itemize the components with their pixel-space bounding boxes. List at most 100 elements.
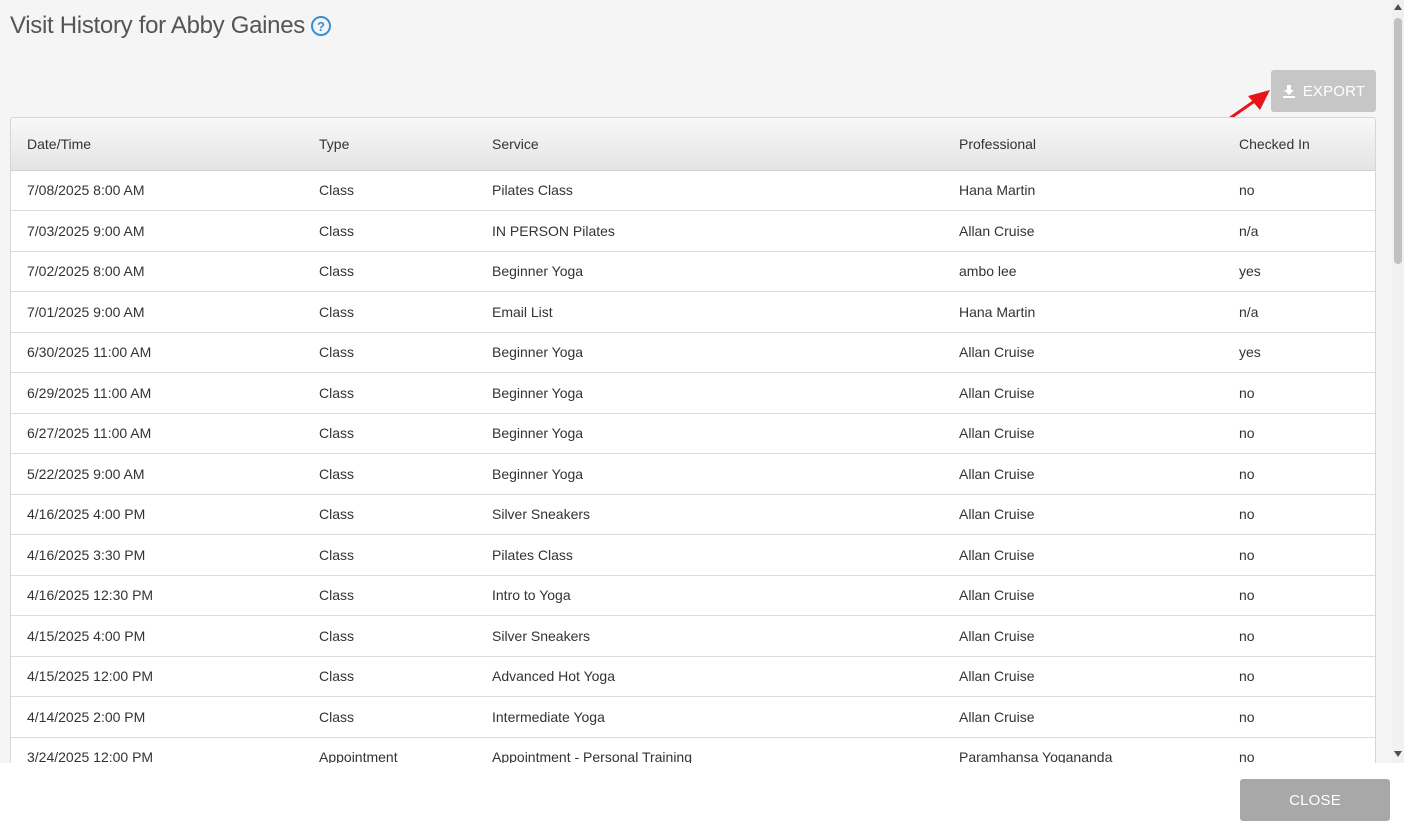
- checked-in-cell: no: [1223, 494, 1375, 535]
- type-cell: Class: [303, 170, 476, 211]
- date-time-cell: 4/14/2025 2:00 PM: [11, 696, 303, 738]
- checked-in-cell: yes: [1223, 332, 1375, 373]
- professional-cell: Allan Cruise: [943, 332, 1223, 373]
- table-row: 4/15/2025 4:00 PM Class Silver Sneakers All…: [11, 615, 1375, 657]
- professional-cell: Allan Cruise: [943, 453, 1223, 495]
- column-header-type[interactable]: Type: [303, 118, 476, 171]
- service-cell: Intermediate Yoga: [476, 696, 943, 738]
- service-cell: Email List: [476, 291, 943, 333]
- date-time-cell: 6/29/2025 11:00 AM: [11, 372, 303, 414]
- type-cell: Class: [303, 575, 476, 616]
- service-cell: Silver Sneakers: [476, 615, 943, 657]
- date-time-cell: 5/22/2025 9:00 AM: [11, 453, 303, 495]
- type-cell: Class: [303, 251, 476, 292]
- table-row: 7/01/2025 9:00 AM Class Email List Hana Mar…: [11, 291, 1375, 333]
- type-cell: Class: [303, 534, 476, 576]
- date-time-cell: 6/27/2025 11:00 AM: [11, 413, 303, 454]
- table-row: 4/16/2025 3:30 PM Class Pilates Class Allan…: [11, 534, 1375, 576]
- professional-cell: Allan Cruise: [943, 615, 1223, 657]
- table-row: 4/14/2025 2:00 PM Class Intermediate Yoga A…: [11, 696, 1375, 738]
- type-cell: Class: [303, 332, 476, 373]
- checked-in-cell: n/a: [1223, 210, 1375, 252]
- professional-cell: Allan Cruise: [943, 372, 1223, 414]
- service-cell: Beginner Yoga: [476, 413, 943, 454]
- service-cell: Pilates Class: [476, 170, 943, 211]
- visit-history-dialog: Visit History for Abby Gaines ? EXPORT D…: [0, 0, 1392, 763]
- table-header-row: Date/Time Type Service Professional Chec…: [11, 118, 1375, 171]
- professional-cell: Allan Cruise: [943, 494, 1223, 535]
- table-row: 7/08/2025 8:00 AM Class Pilates Class Hana …: [11, 170, 1375, 211]
- question-circle-icon[interactable]: ?: [310, 16, 331, 36]
- service-cell: Intro to Yoga: [476, 575, 943, 616]
- checked-in-cell: no: [1223, 372, 1375, 414]
- service-cell: Silver Sneakers: [476, 494, 943, 535]
- service-cell: Pilates Class: [476, 534, 943, 576]
- type-cell: Class: [303, 494, 476, 535]
- type-cell: Class: [303, 696, 476, 738]
- type-cell: Class: [303, 615, 476, 657]
- checked-in-cell: no: [1223, 453, 1375, 495]
- type-cell: Class: [303, 656, 476, 697]
- date-time-cell: 4/16/2025 12:30 PM: [11, 575, 303, 616]
- scroll-up-arrow-icon[interactable]: [1394, 4, 1402, 10]
- dialog-footer: CLOSE: [0, 763, 1404, 833]
- table-row: 4/15/2025 12:00 PM Class Advanced Hot Yoga…: [11, 656, 1375, 697]
- date-time-cell: 4/15/2025 4:00 PM: [11, 615, 303, 657]
- page-title: Visit History for Abby Gaines: [10, 12, 305, 39]
- title-row: Visit History for Abby Gaines ?: [10, 10, 331, 42]
- professional-cell: Allan Cruise: [943, 656, 1223, 697]
- type-cell: Class: [303, 291, 476, 333]
- professional-cell: Allan Cruise: [943, 413, 1223, 454]
- table-row: 4/16/2025 4:00 PM Class Silver Sneakers All…: [11, 494, 1375, 535]
- professional-cell: Paramhansa Yogananda: [943, 737, 1223, 763]
- service-cell: Beginner Yoga: [476, 372, 943, 414]
- table-row: 3/24/2025 12:00 PM Appointment Appointment…: [11, 737, 1375, 763]
- visit-history-table-container: Date/Time Type Service Professional Chec…: [10, 117, 1376, 763]
- column-header-date-time[interactable]: Date/Time: [11, 118, 303, 171]
- table-row: 6/30/2025 11:00 AM Class Beginner Yoga Alla…: [11, 332, 1375, 373]
- scroll-down-arrow-icon[interactable]: [1394, 751, 1402, 757]
- professional-cell: Allan Cruise: [943, 696, 1223, 738]
- table-row: 4/16/2025 12:30 PM Class Intro to Yoga Alla…: [11, 575, 1375, 616]
- checked-in-cell: no: [1223, 575, 1375, 616]
- service-cell: Appointment - Personal Training: [476, 737, 943, 763]
- date-time-cell: 7/01/2025 9:00 AM: [11, 291, 303, 333]
- professional-cell: Allan Cruise: [943, 210, 1223, 252]
- type-cell: Class: [303, 210, 476, 252]
- date-time-cell: 7/02/2025 8:00 AM: [11, 251, 303, 292]
- date-time-cell: 3/24/2025 12:00 PM: [11, 737, 303, 763]
- column-header-service[interactable]: Service: [476, 118, 943, 171]
- scroll-thumb[interactable]: [1394, 18, 1402, 264]
- visit-history-table: Date/Time Type Service Professional Chec…: [11, 118, 1375, 763]
- service-cell: Beginner Yoga: [476, 332, 943, 373]
- checked-in-cell: no: [1223, 534, 1375, 576]
- table-row: 7/03/2025 9:00 AM Class IN PERSON Pilates A…: [11, 210, 1375, 252]
- checked-in-cell: no: [1223, 696, 1375, 738]
- professional-cell: Hana Martin: [943, 170, 1223, 211]
- checked-in-cell: yes: [1223, 251, 1375, 292]
- table-row: 6/29/2025 11:00 AM Class Beginner Yoga Alla…: [11, 372, 1375, 414]
- export-label: EXPORT: [1302, 82, 1366, 100]
- table-row: 5/22/2025 9:00 AM Class Beginner Yoga Allan…: [11, 453, 1375, 495]
- column-header-checked-in[interactable]: Checked In: [1223, 118, 1375, 171]
- professional-cell: Hana Martin: [943, 291, 1223, 333]
- download-icon: [1282, 85, 1295, 98]
- type-cell: Class: [303, 413, 476, 454]
- checked-in-cell: n/a: [1223, 291, 1375, 333]
- type-cell: Appointment: [303, 737, 476, 763]
- date-time-cell: 7/08/2025 8:00 AM: [11, 170, 303, 211]
- export-button[interactable]: EXPORT: [1271, 70, 1376, 112]
- checked-in-cell: no: [1223, 615, 1375, 657]
- date-time-cell: 4/16/2025 3:30 PM: [11, 534, 303, 576]
- vertical-scrollbar[interactable]: [1392, 0, 1404, 763]
- professional-cell: Allan Cruise: [943, 575, 1223, 616]
- table-row: 7/02/2025 8:00 AM Class Beginner Yoga ambo …: [11, 251, 1375, 292]
- type-cell: Class: [303, 372, 476, 414]
- column-header-professional[interactable]: Professional: [943, 118, 1223, 171]
- professional-cell: ambo lee: [943, 251, 1223, 292]
- date-time-cell: 4/16/2025 4:00 PM: [11, 494, 303, 535]
- close-button[interactable]: CLOSE: [1240, 779, 1390, 821]
- date-time-cell: 7/03/2025 9:00 AM: [11, 210, 303, 252]
- service-cell: Beginner Yoga: [476, 453, 943, 495]
- professional-cell: Allan Cruise: [943, 534, 1223, 576]
